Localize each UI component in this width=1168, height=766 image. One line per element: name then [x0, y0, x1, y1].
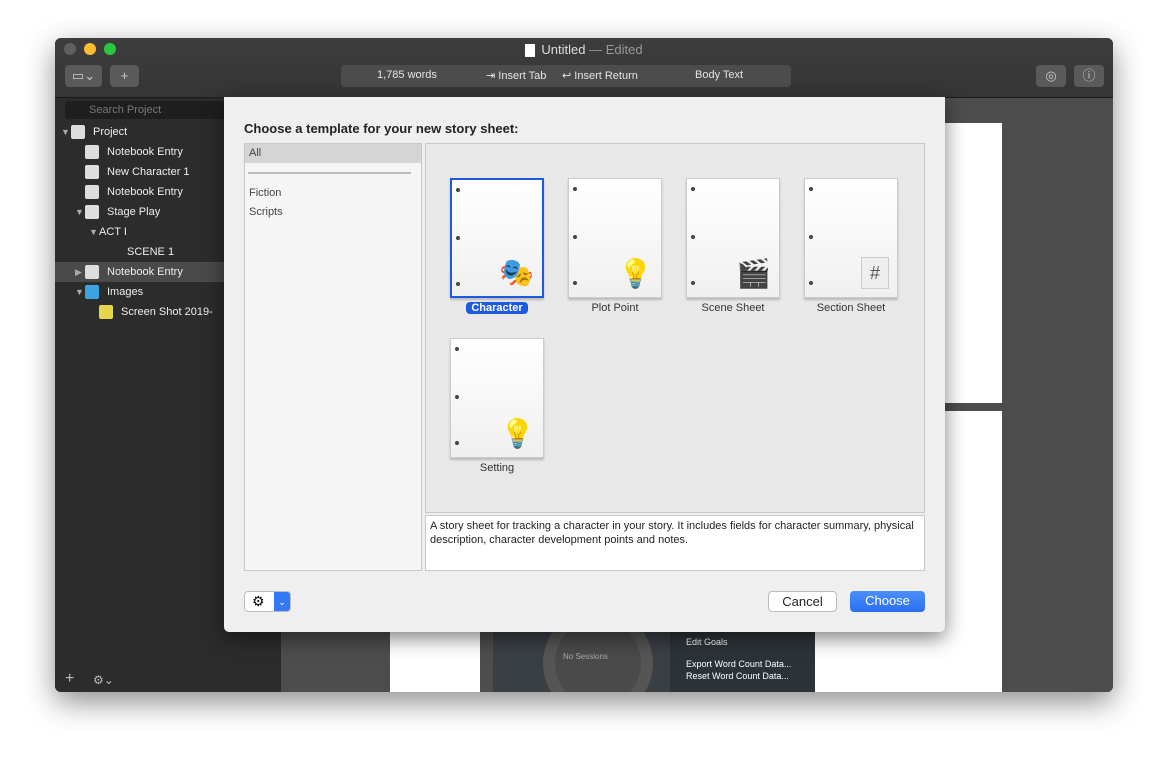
- lightbulb-icon: 💡: [618, 258, 653, 289]
- clapperboard-icon: 🎬: [736, 258, 771, 289]
- bullet-dot: [809, 187, 813, 191]
- template-label: Plot Point: [591, 302, 639, 314]
- template-character[interactable]: 🎭 Character: [442, 178, 552, 316]
- notebook-icon: [85, 185, 99, 200]
- disclosure-triangle-icon[interactable]: ▶: [75, 262, 85, 282]
- template-plot-point[interactable]: 💡 Plot Point: [560, 178, 670, 316]
- title-bar: Untitled — Edited ▭⌄ + 1,785 words ⇥ Ins…: [55, 38, 1113, 98]
- bullet-dot: [691, 281, 695, 285]
- binder-item-label: Notebook Entry: [107, 266, 183, 278]
- template-label: Setting: [479, 462, 515, 474]
- theater-masks-icon: 🎭: [499, 257, 534, 288]
- gear-icon[interactable]: ⚙⌄: [93, 673, 114, 687]
- template-thumbnail[interactable]: 🎬: [686, 178, 780, 298]
- binder-item-label: ACT I: [99, 226, 127, 238]
- insert-return-button[interactable]: ↩ Insert Return: [562, 69, 638, 82]
- notebook-icon: [85, 265, 99, 280]
- target-button[interactable]: ◎: [1036, 65, 1066, 87]
- action-menu-button[interactable]: ⚙ ⌄: [244, 591, 291, 612]
- sidebar-toggle-button[interactable]: ▭⌄: [65, 65, 102, 87]
- binder-item-label: Screen Shot 2019-: [121, 306, 213, 318]
- reset-word-count-item[interactable]: Reset Word Count Data...: [686, 670, 799, 682]
- template-thumbnail[interactable]: 🎭: [450, 178, 544, 298]
- notebook-icon: [85, 205, 99, 220]
- binder-item-label: New Character 1: [107, 166, 190, 178]
- binder-item-label: Stage Play: [107, 206, 161, 218]
- image-icon: [99, 305, 113, 320]
- category-separator: [248, 172, 411, 174]
- gear-icon: ⚙: [252, 593, 265, 609]
- info-button[interactable]: ⓘ: [1074, 65, 1104, 87]
- bullet-dot: [455, 395, 459, 399]
- template-label: Scene Sheet: [701, 302, 765, 314]
- bullet-dot: [456, 282, 460, 286]
- template-chooser-dialog: Choose a template for your new story she…: [224, 97, 945, 632]
- template-label: Character: [466, 302, 528, 314]
- hash-icon: #: [861, 257, 889, 289]
- disclosure-triangle-icon[interactable]: ▼: [89, 222, 99, 242]
- category-all[interactable]: All: [245, 144, 421, 163]
- add-button[interactable]: +: [110, 65, 139, 87]
- edit-goals-item[interactable]: Edit Goals: [686, 636, 799, 648]
- window-title: Untitled — Edited: [55, 42, 1113, 58]
- document-icon: [525, 44, 536, 58]
- masks-icon: [85, 165, 99, 180]
- binder-item-label: Project: [93, 126, 128, 138]
- choose-button[interactable]: Choose: [850, 591, 925, 612]
- bullet-dot: [809, 235, 813, 239]
- binder-item-label: Notebook Entry: [107, 146, 183, 158]
- bullet-dot: [455, 441, 459, 445]
- add-item-icon[interactable]: +: [65, 670, 74, 688]
- binder-item-label: Images: [107, 286, 144, 298]
- sessions-label: No Sessions: [563, 652, 608, 661]
- template-thumbnail[interactable]: #: [804, 178, 898, 298]
- template-setting[interactable]: 💡 Setting: [442, 338, 552, 476]
- disclosure-triangle-icon[interactable]: ▼: [75, 282, 85, 302]
- dialog-title: Choose a template for your new story she…: [244, 121, 519, 136]
- bullet-dot: [573, 281, 577, 285]
- word-count: 1,785 words: [377, 69, 437, 81]
- category-scripts[interactable]: Scripts: [245, 203, 421, 222]
- cancel-button[interactable]: Cancel: [768, 591, 837, 612]
- goals-panel: No Sessions Edit Goals Export Word Count…: [493, 608, 815, 692]
- template-section-sheet[interactable]: # Section Sheet: [796, 178, 906, 316]
- binder-item-label: SCENE 1: [127, 246, 175, 258]
- chevron-down-icon: ⌄: [274, 592, 290, 611]
- style-selector[interactable]: Body Text: [695, 69, 743, 81]
- bullet-dot: [455, 347, 459, 351]
- category-list: All Fiction Scripts: [244, 143, 422, 571]
- export-word-count-item[interactable]: Export Word Count Data...: [686, 658, 799, 670]
- bullet-dot: [809, 281, 813, 285]
- bullet-dot: [573, 235, 577, 239]
- title-text: Untitled: [541, 42, 586, 57]
- stats-bar: 1,785 words ⇥ Insert Tab ↩ Insert Return…: [341, 65, 791, 87]
- insert-tab-button[interactable]: ⇥ Insert Tab: [486, 69, 546, 82]
- category-fiction[interactable]: Fiction: [245, 184, 421, 203]
- template-scene-sheet[interactable]: 🎬 Scene Sheet: [678, 178, 788, 316]
- project-icon: [71, 125, 85, 140]
- spotlight-icon: 💡: [500, 418, 535, 449]
- edited-label: — Edited: [589, 42, 643, 57]
- bullet-dot: [573, 187, 577, 191]
- bullet-dot: [691, 235, 695, 239]
- folder-icon: [85, 285, 99, 300]
- notebook-icon: [85, 145, 99, 160]
- disclosure-triangle-icon[interactable]: ▼: [75, 202, 85, 222]
- template-thumbnail[interactable]: 💡: [568, 178, 662, 298]
- disclosure-triangle-icon[interactable]: ▼: [61, 122, 71, 142]
- template-grid: 🎭 Character 💡 Plot Point 🎬 Scene Sheet # Sectio…: [425, 143, 925, 513]
- bullet-dot: [691, 187, 695, 191]
- template-description: A story sheet for tracking a character i…: [425, 515, 925, 571]
- bullet-dot: [456, 188, 460, 192]
- search-input[interactable]: Search Project: [65, 101, 245, 119]
- template-label: Section Sheet: [816, 302, 886, 314]
- binder-item-label: Notebook Entry: [107, 186, 183, 198]
- bullet-dot: [456, 236, 460, 240]
- template-thumbnail[interactable]: 💡: [450, 338, 544, 458]
